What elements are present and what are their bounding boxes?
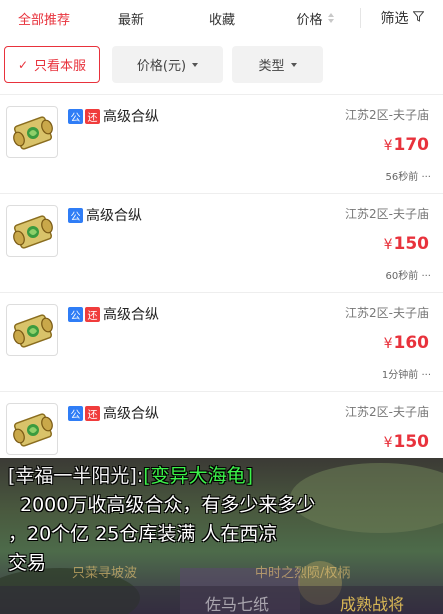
scroll-item-icon [6, 403, 58, 455]
tab-latest[interactable]: 最新 [88, 0, 174, 36]
item-heading: 公 还 高级合纵 [68, 304, 159, 324]
public-badge: 公 [68, 108, 83, 124]
item-price: ¥160 [384, 333, 429, 353]
chat-line-4: 交易 [8, 552, 47, 574]
item-title: 高级合纵 [103, 307, 159, 323]
price-dropdown-label: 价格(元) [136, 59, 187, 74]
chat-mention: [变异大海龟] [143, 465, 254, 487]
item-heading: 公 还 高级合纵 [68, 106, 159, 126]
filter-chip-row: ✓ 只看本服 价格(元) 类型 [0, 36, 443, 94]
price-value: 170 [393, 135, 430, 155]
listing-item[interactable]: 公 还 高级合纵 江苏2区-夫子庙 ¥160 1分钟前 ··· [0, 292, 443, 391]
caret-down-icon [290, 62, 297, 67]
chat-line-1: [幸福一半阳光]:[变异大海龟] [8, 462, 438, 491]
type-dropdown[interactable]: 类型 [232, 46, 323, 83]
listed-time: 60秒前 ··· [385, 271, 431, 282]
chat-line-3: ，20个亿 25仓库装满 人在西凉 [8, 523, 278, 545]
item-title: 高级合纵 [103, 406, 159, 422]
listing-list: 公 还 高级合纵 江苏2区-夫子庙 ¥170 56秒前 ··· 公 高级合纵 江… [0, 94, 443, 490]
currency-symbol: ¥ [383, 336, 393, 352]
funnel-icon [411, 10, 425, 26]
type-dropdown-label: 类型 [258, 59, 285, 74]
public-badge: 公 [68, 207, 83, 223]
scroll-item-icon [6, 205, 58, 257]
sort-arrows-icon [327, 13, 334, 23]
server-name: 江苏2区-夫子庙 [345, 306, 429, 320]
price-value: 160 [393, 333, 430, 353]
item-price: ¥150 [384, 234, 429, 254]
only-own-server-chip[interactable]: ✓ 只看本服 [4, 46, 100, 83]
background-caption: 佐马七纸 [205, 595, 270, 614]
only-own-server-label: 只看本服 [34, 59, 87, 74]
filter-button[interactable]: 筛选 [361, 0, 443, 36]
chat-sender: [幸福一半阳光]: [8, 465, 144, 487]
server-name: 江苏2区-夫子庙 [345, 207, 429, 221]
chat-message: [幸福一半阳光]:[变异大海龟] 2000万收高级合众，有多少来多少 ，20个亿… [8, 462, 438, 578]
tab-favorites[interactable]: 收藏 [174, 0, 270, 36]
currency-symbol: ¥ [383, 237, 393, 253]
check-icon: ✓ [17, 57, 29, 72]
item-title: 高级合纵 [86, 208, 142, 224]
price-dropdown[interactable]: 价格(元) [112, 46, 223, 83]
price-value: 150 [393, 234, 430, 254]
item-price: ¥170 [384, 135, 429, 155]
bargain-badge: 还 [85, 306, 100, 322]
tab-price-label: 价格 [296, 12, 323, 28]
sort-bar: 全部推荐 最新 收藏 价格 筛选 [0, 0, 443, 36]
scroll-item-icon [6, 106, 58, 158]
public-badge: 公 [68, 405, 83, 421]
game-broadcast-overlay: 只菜寻坡波 中时之烈陨/权柄 佐马七纸 成熟战将 [幸福一半阳光]:[变异大海龟… [0, 458, 443, 614]
public-badge: 公 [68, 306, 83, 322]
bargain-badge: 还 [85, 405, 100, 421]
caret-down-icon [192, 62, 199, 67]
listed-time: 56秒前 ··· [385, 172, 431, 183]
tab-all-recommended[interactable]: 全部推荐 [0, 0, 88, 36]
scroll-item-icon [6, 304, 58, 356]
listed-time: 1分钟前 ··· [381, 370, 431, 381]
price-value: 150 [393, 432, 430, 452]
chat-line-2: 2000万收高级合众，有多少来多少 [20, 494, 316, 516]
currency-symbol: ¥ [383, 435, 393, 451]
tab-price[interactable]: 价格 [270, 0, 360, 36]
background-caption: 成熟战将 [340, 595, 405, 614]
item-title: 高级合纵 [103, 109, 159, 125]
server-name: 江苏2区-夫子庙 [345, 405, 429, 419]
filter-label: 筛选 [380, 11, 409, 27]
item-heading: 公 高级合纵 [68, 205, 142, 225]
listing-item[interactable]: 公 还 高级合纵 江苏2区-夫子庙 ¥170 56秒前 ··· [0, 94, 443, 193]
item-heading: 公 还 高级合纵 [68, 403, 159, 423]
server-name: 江苏2区-夫子庙 [345, 108, 429, 122]
listing-item[interactable]: 公 高级合纵 江苏2区-夫子庙 ¥150 60秒前 ··· [0, 193, 443, 292]
item-price: ¥150 [384, 432, 429, 452]
currency-symbol: ¥ [383, 138, 393, 154]
bargain-badge: 还 [85, 108, 100, 124]
